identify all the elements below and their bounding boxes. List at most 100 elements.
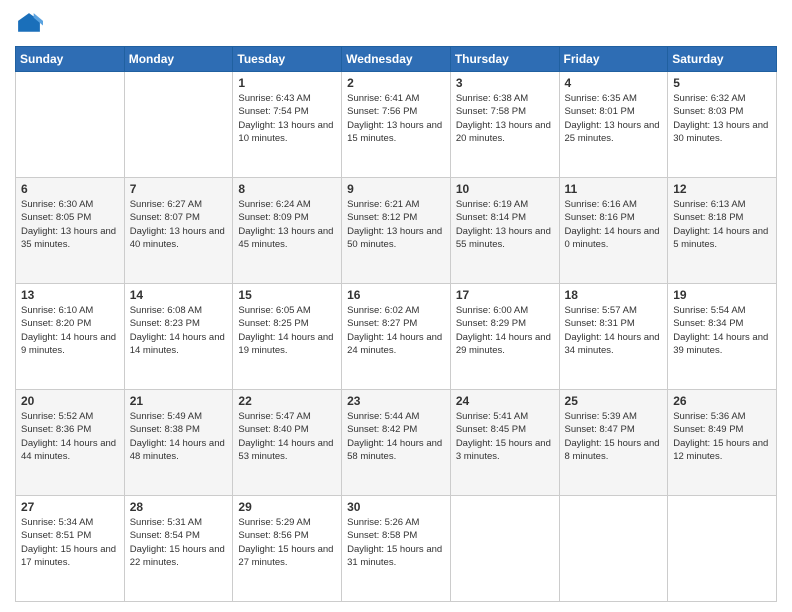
calendar-day-header: Monday (124, 47, 233, 72)
day-info: Sunrise: 5:54 AM Sunset: 8:34 PM Dayligh… (673, 304, 771, 357)
logo-icon (15, 10, 43, 38)
calendar-day-header: Wednesday (342, 47, 451, 72)
day-number: 10 (456, 182, 554, 196)
day-number: 1 (238, 76, 336, 90)
day-info: Sunrise: 5:29 AM Sunset: 8:56 PM Dayligh… (238, 516, 336, 569)
calendar-cell: 1 Sunrise: 6:43 AM Sunset: 7:54 PM Daylig… (233, 72, 342, 178)
day-number: 20 (21, 394, 119, 408)
calendar-cell: 26 Sunrise: 5:36 AM Sunset: 8:49 PM Dayli… (668, 390, 777, 496)
calendar-cell: 5 Sunrise: 6:32 AM Sunset: 8:03 PM Daylig… (668, 72, 777, 178)
day-info: Sunrise: 5:57 AM Sunset: 8:31 PM Dayligh… (565, 304, 663, 357)
day-info: Sunrise: 5:47 AM Sunset: 8:40 PM Dayligh… (238, 410, 336, 463)
day-info: Sunrise: 6:16 AM Sunset: 8:16 PM Dayligh… (565, 198, 663, 251)
day-number: 28 (130, 500, 228, 514)
day-info: Sunrise: 5:31 AM Sunset: 8:54 PM Dayligh… (130, 516, 228, 569)
calendar-cell: 10 Sunrise: 6:19 AM Sunset: 8:14 PM Dayli… (450, 178, 559, 284)
calendar-cell: 17 Sunrise: 6:00 AM Sunset: 8:29 PM Dayli… (450, 284, 559, 390)
calendar-day-header: Thursday (450, 47, 559, 72)
day-number: 29 (238, 500, 336, 514)
day-info: Sunrise: 5:44 AM Sunset: 8:42 PM Dayligh… (347, 410, 445, 463)
day-number: 18 (565, 288, 663, 302)
day-info: Sunrise: 5:49 AM Sunset: 8:38 PM Dayligh… (130, 410, 228, 463)
calendar-cell: 29 Sunrise: 5:29 AM Sunset: 8:56 PM Dayli… (233, 496, 342, 602)
day-number: 17 (456, 288, 554, 302)
page: SundayMondayTuesdayWednesdayThursdayFrid… (0, 0, 792, 612)
calendar-cell: 3 Sunrise: 6:38 AM Sunset: 7:58 PM Daylig… (450, 72, 559, 178)
day-info: Sunrise: 6:32 AM Sunset: 8:03 PM Dayligh… (673, 92, 771, 145)
day-info: Sunrise: 5:52 AM Sunset: 8:36 PM Dayligh… (21, 410, 119, 463)
day-number: 25 (565, 394, 663, 408)
day-number: 19 (673, 288, 771, 302)
day-number: 2 (347, 76, 445, 90)
day-info: Sunrise: 6:43 AM Sunset: 7:54 PM Dayligh… (238, 92, 336, 145)
day-number: 21 (130, 394, 228, 408)
day-info: Sunrise: 6:02 AM Sunset: 8:27 PM Dayligh… (347, 304, 445, 357)
day-number: 26 (673, 394, 771, 408)
calendar-header-row: SundayMondayTuesdayWednesdayThursdayFrid… (16, 47, 777, 72)
calendar-cell: 11 Sunrise: 6:16 AM Sunset: 8:16 PM Dayli… (559, 178, 668, 284)
calendar-cell: 9 Sunrise: 6:21 AM Sunset: 8:12 PM Daylig… (342, 178, 451, 284)
day-number: 23 (347, 394, 445, 408)
day-info: Sunrise: 5:39 AM Sunset: 8:47 PM Dayligh… (565, 410, 663, 463)
day-info: Sunrise: 6:10 AM Sunset: 8:20 PM Dayligh… (21, 304, 119, 357)
calendar-week-row: 27Sunrise: 5:34 AM Sunset: 8:51 PM Dayli… (16, 496, 777, 602)
day-info: Sunrise: 6:21 AM Sunset: 8:12 PM Dayligh… (347, 198, 445, 251)
day-number: 15 (238, 288, 336, 302)
calendar-cell: 20 Sunrise: 5:52 AM Sunset: 8:36 PM Dayli… (16, 390, 125, 496)
day-number: 4 (565, 76, 663, 90)
calendar-cell: 8Sunrise: 6:24 AM Sunset: 8:09 PM Daylig… (233, 178, 342, 284)
day-number: 3 (456, 76, 554, 90)
calendar-cell (559, 496, 668, 602)
calendar-cell: 28 Sunrise: 5:31 AM Sunset: 8:54 PM Dayli… (124, 496, 233, 602)
day-number: 16 (347, 288, 445, 302)
day-info: Sunrise: 6:41 AM Sunset: 7:56 PM Dayligh… (347, 92, 445, 145)
calendar-week-row: 1 Sunrise: 6:43 AM Sunset: 7:54 PM Daylig… (16, 72, 777, 178)
calendar-cell: 13 Sunrise: 6:10 AM Sunset: 8:20 PM Dayli… (16, 284, 125, 390)
calendar-cell: 22 Sunrise: 5:47 AM Sunset: 8:40 PM Dayli… (233, 390, 342, 496)
day-number: 13 (21, 288, 119, 302)
calendar-cell: 25 Sunrise: 5:39 AM Sunset: 8:47 PM Dayli… (559, 390, 668, 496)
day-number: 9 (347, 182, 445, 196)
day-info: Sunrise: 6:35 AM Sunset: 8:01 PM Dayligh… (565, 92, 663, 145)
day-number: 14 (130, 288, 228, 302)
day-info: Sunrise: 6:00 AM Sunset: 8:29 PM Dayligh… (456, 304, 554, 357)
day-number: 12 (673, 182, 771, 196)
day-number: 11 (565, 182, 663, 196)
day-number: 22 (238, 394, 336, 408)
calendar-day-header: Saturday (668, 47, 777, 72)
header (15, 10, 777, 38)
day-number: 27 (21, 500, 119, 514)
day-info: Sunrise: 5:26 AM Sunset: 8:58 PM Dayligh… (347, 516, 445, 569)
calendar-cell: 27Sunrise: 5:34 AM Sunset: 8:51 PM Dayli… (16, 496, 125, 602)
calendar-cell (668, 496, 777, 602)
calendar-cell: 18 Sunrise: 5:57 AM Sunset: 8:31 PM Dayli… (559, 284, 668, 390)
day-info: Sunrise: 5:36 AM Sunset: 8:49 PM Dayligh… (673, 410, 771, 463)
day-info: Sunrise: 6:13 AM Sunset: 8:18 PM Dayligh… (673, 198, 771, 251)
calendar-cell: 4 Sunrise: 6:35 AM Sunset: 8:01 PM Daylig… (559, 72, 668, 178)
calendar-cell: 24Sunrise: 5:41 AM Sunset: 8:45 PM Dayli… (450, 390, 559, 496)
calendar-cell (450, 496, 559, 602)
calendar-week-row: 13 Sunrise: 6:10 AM Sunset: 8:20 PM Dayli… (16, 284, 777, 390)
day-info: Sunrise: 6:24 AM Sunset: 8:09 PM Dayligh… (238, 198, 336, 251)
logo (15, 10, 47, 38)
calendar-day-header: Tuesday (233, 47, 342, 72)
day-info: Sunrise: 6:27 AM Sunset: 8:07 PM Dayligh… (130, 198, 228, 251)
calendar-cell (124, 72, 233, 178)
calendar-cell (16, 72, 125, 178)
day-info: Sunrise: 6:38 AM Sunset: 7:58 PM Dayligh… (456, 92, 554, 145)
calendar-week-row: 6Sunrise: 6:30 AM Sunset: 8:05 PM Daylig… (16, 178, 777, 284)
calendar-cell: 2 Sunrise: 6:41 AM Sunset: 7:56 PM Daylig… (342, 72, 451, 178)
calendar-day-header: Friday (559, 47, 668, 72)
calendar-cell: 14 Sunrise: 6:08 AM Sunset: 8:23 PM Dayli… (124, 284, 233, 390)
calendar-cell: 16 Sunrise: 6:02 AM Sunset: 8:27 PM Dayli… (342, 284, 451, 390)
day-info: Sunrise: 6:19 AM Sunset: 8:14 PM Dayligh… (456, 198, 554, 251)
calendar-cell: 6Sunrise: 6:30 AM Sunset: 8:05 PM Daylig… (16, 178, 125, 284)
day-info: Sunrise: 6:08 AM Sunset: 8:23 PM Dayligh… (130, 304, 228, 357)
day-number: 30 (347, 500, 445, 514)
day-info: Sunrise: 6:30 AM Sunset: 8:05 PM Dayligh… (21, 198, 119, 251)
calendar-cell: 15Sunrise: 6:05 AM Sunset: 8:25 PM Dayli… (233, 284, 342, 390)
calendar-cell: 30 Sunrise: 5:26 AM Sunset: 8:58 PM Dayli… (342, 496, 451, 602)
calendar-table: SundayMondayTuesdayWednesdayThursdayFrid… (15, 46, 777, 602)
day-number: 5 (673, 76, 771, 90)
calendar-day-header: Sunday (16, 47, 125, 72)
